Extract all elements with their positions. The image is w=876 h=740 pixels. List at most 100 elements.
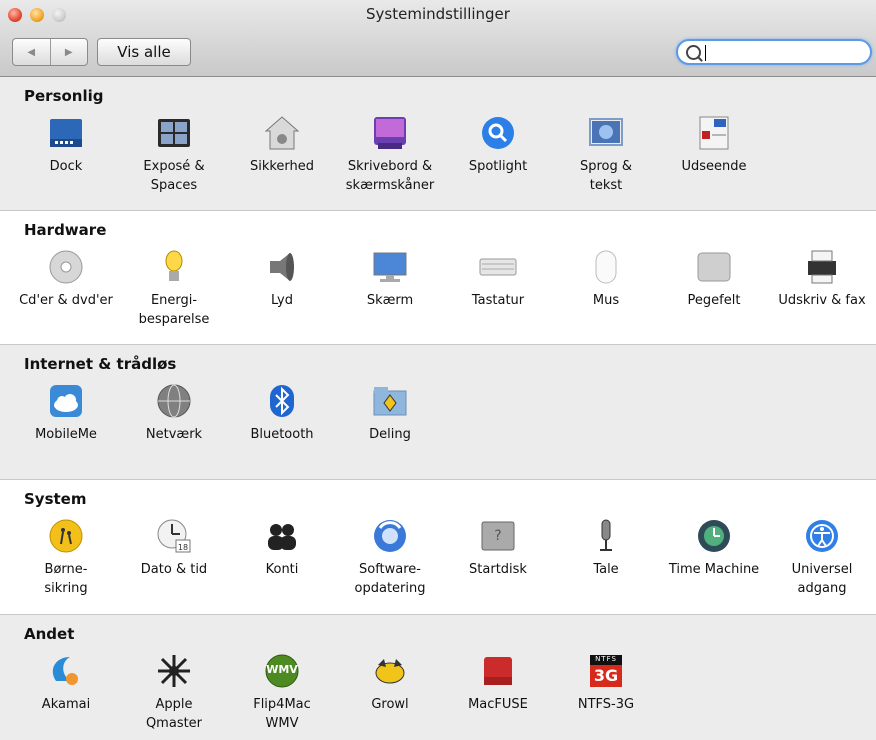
pref-pane-label: Tale (593, 562, 619, 577)
macfuse-icon (478, 651, 518, 691)
section-personlig: Personlig Dock Exposé & Spaces Sikkerhed Sk… (0, 77, 876, 211)
ntfs-badge-3g: 3G (593, 666, 619, 685)
universal-access-icon (802, 516, 842, 556)
pref-pane-item[interactable]: MacFUSE (444, 651, 552, 714)
pref-pane-label: Software- opdatering (354, 562, 426, 596)
section-system: System Børne- sikring 18 Dato & tid Konti So… (0, 480, 876, 615)
pref-pane-item[interactable]: Skærm (336, 247, 444, 310)
forward-button[interactable]: ▶ (49, 39, 88, 65)
section-title: Internet & trådløs (24, 355, 177, 373)
back-arrow-icon: ◀ (27, 46, 36, 58)
growl-icon (370, 651, 410, 691)
cd-dvd-icon (46, 247, 86, 287)
search-field[interactable] (676, 39, 872, 65)
date-time-clock-icon: 18 (154, 516, 194, 556)
pref-pane-item[interactable]: Energi- besparelse (120, 247, 228, 329)
mouse-icon (586, 247, 626, 287)
pref-pane-item[interactable]: Mus (552, 247, 660, 310)
pref-pane-item[interactable]: Lyd (228, 247, 336, 310)
mobileme-cloud-icon (46, 381, 86, 421)
keyboard-icon (478, 247, 518, 287)
search-icon (686, 45, 701, 60)
language-text-icon (586, 113, 626, 153)
pref-pane-item[interactable]: Udseende (660, 113, 768, 176)
pref-pane-item[interactable]: Pegefelt (660, 247, 768, 310)
pref-pane-label: Flip4Mac WMV (253, 697, 311, 731)
pref-pane-label: MacFUSE (468, 697, 528, 712)
pref-pane-label: Exposé & Spaces (143, 159, 205, 193)
pref-pane-item[interactable]: Cd'er & dvd'er (12, 247, 120, 310)
pref-pane-label: NTFS-3G (577, 697, 635, 712)
parental-controls-icon (46, 516, 86, 556)
pref-pane-item[interactable]: Tastatur (444, 247, 552, 310)
pref-pane-item[interactable]: Skrivebord & skærmskåner (336, 113, 444, 195)
speech-microphone-icon (586, 516, 626, 556)
pref-pane-item[interactable]: Sprog & tekst (552, 113, 660, 195)
pref-pane-label: Dato & tid (140, 562, 208, 577)
flip4mac-wmv-icon: WMV (262, 651, 302, 691)
pref-pane-item[interactable]: Akamai (12, 651, 120, 714)
pref-pane-item[interactable]: Bluetooth (228, 381, 336, 444)
akamai-icon (46, 651, 86, 691)
pref-pane-label: Dock (49, 159, 83, 174)
pref-pane-item[interactable]: MobileMe (12, 381, 120, 444)
pref-pane-item[interactable]: Time Machine (660, 516, 768, 579)
pref-pane-item[interactable]: Universel adgang (768, 516, 876, 598)
pref-pane-label: Cd'er & dvd'er (19, 293, 113, 308)
pref-pane-item[interactable]: Netværk (120, 381, 228, 444)
dock-icon (46, 113, 86, 153)
pref-pane-item[interactable]: ? Startdisk (444, 516, 552, 579)
pref-pane-label: Time Machine (668, 562, 760, 577)
pref-pane-item[interactable]: Sikkerhed (228, 113, 336, 176)
forward-arrow-icon: ▶ (64, 46, 73, 58)
pref-pane-label: Growl (371, 697, 409, 712)
display-icon (370, 247, 410, 287)
pref-pane-label: Deling (369, 427, 411, 442)
network-globe-icon (154, 381, 194, 421)
pref-pane-item[interactable]: Børne- sikring (12, 516, 120, 598)
pref-pane-item[interactable]: Software- opdatering (336, 516, 444, 598)
pref-pane-label: Skærm (366, 293, 414, 308)
pref-pane-label: Sprog & tekst (579, 159, 633, 193)
software-update-icon (370, 516, 410, 556)
pref-pane-item[interactable]: Spotlight (444, 113, 552, 176)
pref-pane-label: Børne- sikring (44, 562, 88, 596)
pref-pane-item[interactable]: NTFS 3G NTFS-3G (552, 651, 660, 714)
section-andet: Andet Akamai Apple Qmaster WMV Flip4Mac WMV… (0, 615, 876, 740)
pref-pane-item[interactable]: Tale (552, 516, 660, 579)
pref-pane-item[interactable]: Dock (12, 113, 120, 176)
pref-pane-label: Bluetooth (250, 427, 314, 442)
startup-disk-icon: ? (478, 516, 518, 556)
pref-pane-label: Sikkerhed (249, 159, 315, 174)
pref-pane-item[interactable]: WMV Flip4Mac WMV (228, 651, 336, 733)
pref-pane-item[interactable]: Growl (336, 651, 444, 714)
pref-pane-label: Energi- besparelse (138, 293, 210, 327)
pref-pane-item[interactable]: Udskriv & fax (768, 247, 876, 310)
pref-pane-label: Konti (265, 562, 299, 577)
pref-pane-label: Apple Qmaster (145, 697, 203, 731)
pref-pane-label: MobileMe (35, 427, 97, 442)
pref-pane-label: Lyd (271, 293, 293, 308)
sharing-folder-icon (370, 381, 410, 421)
system-preferences-window: Systemindstillinger ◀ ▶ Vis alle Personl… (0, 0, 876, 740)
accounts-icon (262, 516, 302, 556)
spotlight-icon (478, 113, 518, 153)
desktop-screensaver-icon (370, 113, 410, 153)
pref-pane-label: Startdisk (469, 562, 527, 577)
pref-pane-item[interactable]: Exposé & Spaces (120, 113, 228, 195)
security-house-icon (262, 113, 302, 153)
toolbar: Systemindstillinger ◀ ▶ Vis alle (0, 0, 876, 77)
pref-pane-item[interactable]: Konti (228, 516, 336, 579)
qmaster-icon (154, 651, 194, 691)
pref-pane-item[interactable]: Apple Qmaster (120, 651, 228, 733)
pref-pane-item[interactable]: Deling (336, 381, 444, 444)
pref-pane-item[interactable]: 18 Dato & tid (120, 516, 228, 579)
section-title: Hardware (24, 221, 107, 239)
speaker-icon (262, 247, 302, 287)
pref-pane-label: Universel adgang (791, 562, 853, 596)
ntfs-3g-icon: NTFS 3G (586, 651, 626, 691)
show-all-button[interactable]: Vis alle (97, 38, 191, 66)
pref-pane-label: Pegefelt (687, 293, 741, 308)
back-button[interactable]: ◀ (13, 39, 50, 65)
back-forward-control: ◀ ▶ (12, 38, 88, 66)
